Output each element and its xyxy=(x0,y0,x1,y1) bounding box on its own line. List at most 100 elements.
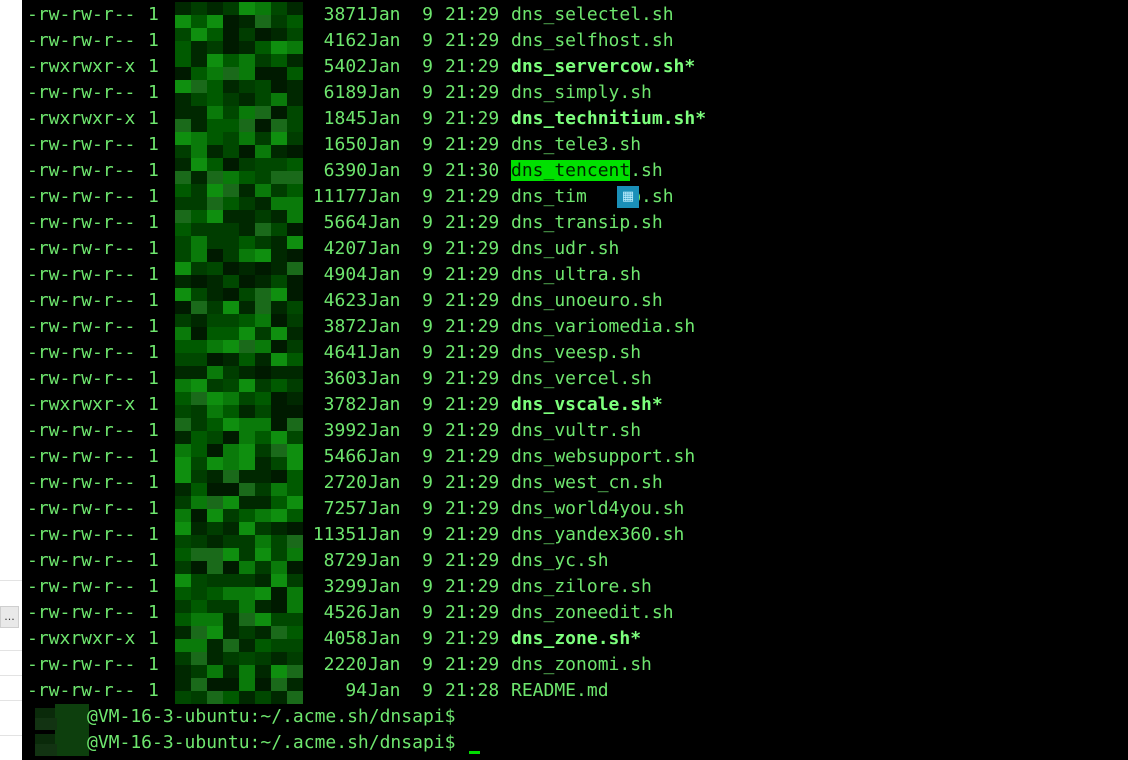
listing-row: -rw-rw-r-- 1 4207 Jan 9 21:29 dns_udr.sh xyxy=(27,236,1127,262)
file-time: 21:29 xyxy=(445,212,500,233)
file-month: Jan xyxy=(368,134,401,155)
file-time: 21:29 xyxy=(445,654,500,675)
redacted-owner-group xyxy=(175,574,303,600)
file-size: 3603 xyxy=(323,368,367,389)
file-month: Jan xyxy=(368,4,401,25)
shell-prompt-line[interactable]: @VM-16-3-ubuntu:~/.acme.sh/dnsapi$ xyxy=(27,730,1127,756)
file-time: 21:29 xyxy=(445,30,500,51)
file-permissions: -rw-rw-r-- xyxy=(27,420,136,441)
file-name-text: dns_vercel.sh xyxy=(511,368,652,389)
redacted-owner-group xyxy=(175,314,303,340)
file-day: 9 xyxy=(422,160,433,181)
file-month: Jan xyxy=(368,680,401,701)
file-name: dns_vercel.sh xyxy=(511,366,652,392)
listing-row: -rw-rw-r-- 1 4526 Jan 9 21:29 dns_zoneedit.sh xyxy=(27,600,1127,626)
file-name: dns_technitium.sh* xyxy=(511,106,706,132)
file-time: 21:28 xyxy=(445,680,500,701)
redacted-owner-group xyxy=(175,548,303,574)
file-name: dns_yc.sh xyxy=(511,548,609,574)
file-name: dns_variomedia.sh xyxy=(511,314,695,340)
file-time: 21:29 xyxy=(445,316,500,337)
panel-divider xyxy=(0,580,22,581)
file-size: 4904 xyxy=(323,264,367,285)
file-size: 5466 xyxy=(323,446,367,467)
listing-row: -rw-rw-r-- 1 4641 Jan 9 21:29 dns_veesp.sh xyxy=(27,340,1127,366)
listing-row: -rw-rw-r-- 1 3872 Jan 9 21:29 dns_variomedia.s… xyxy=(27,314,1127,340)
file-month: Jan xyxy=(368,264,401,285)
file-day: 9 xyxy=(422,628,433,649)
file-day: 9 xyxy=(422,524,433,545)
file-name-text: dns_yandex360.sh xyxy=(511,524,685,545)
file-name-text: dns_west_cn.sh xyxy=(511,472,663,493)
listing-row: -rwxrwxr-x 1 4058 Jan 9 21:29 dns_zone.sh* xyxy=(27,626,1127,652)
link-count: 1 xyxy=(148,602,159,623)
selected-text[interactable]: dns_tencent xyxy=(511,160,631,181)
listing-row: -rw-rw-r-- 1 11177 Jan 9 21:29 dns_tim eb.sh xyxy=(27,184,1127,210)
link-count: 1 xyxy=(148,394,159,415)
redacted-owner-group xyxy=(175,392,303,418)
more-button[interactable]: ... xyxy=(0,606,19,628)
link-count: 1 xyxy=(148,628,159,649)
link-count: 1 xyxy=(148,550,159,571)
file-permissions: -rw-rw-r-- xyxy=(27,160,136,181)
terminal-window[interactable]: -rw-rw-r-- 1 3871 Jan 9 21:29 dns_selectel.sh -… xyxy=(22,0,1128,760)
file-month: Jan xyxy=(368,654,401,675)
file-month: Jan xyxy=(368,316,401,337)
file-day: 9 xyxy=(422,654,433,675)
file-name-text: dns_websupport.sh xyxy=(511,446,696,467)
file-size: 4641 xyxy=(323,342,367,363)
listing-row: -rw-rw-r-- 1 4623 Jan 9 21:29 dns_unoeuro.sh xyxy=(27,288,1127,314)
redacted-owner-group xyxy=(175,496,303,522)
file-name-text: dns_vultr.sh xyxy=(511,420,642,441)
file-time: 21:29 xyxy=(445,628,500,649)
redacted-owner-group xyxy=(175,626,303,652)
file-month: Jan xyxy=(368,368,401,389)
file-time: 21:29 xyxy=(445,524,500,545)
file-name: dns_udr.sh xyxy=(511,236,619,262)
file-day: 9 xyxy=(422,576,433,597)
listing-row: -rw-rw-r-- 1 4904 Jan 9 21:29 dns_ultra.sh xyxy=(27,262,1127,288)
exec-marker: * xyxy=(630,628,642,649)
file-time: 21:29 xyxy=(445,342,500,363)
file-time: 21:29 xyxy=(445,498,500,519)
file-permissions: -rw-rw-r-- xyxy=(27,654,136,675)
listing-row: -rw-rw-r-- 1 4162 Jan 9 21:29 dns_selfhost.sh xyxy=(27,28,1127,54)
panel-divider xyxy=(0,700,22,701)
file-name-text: dns_simply.sh xyxy=(511,82,652,103)
file-time: 21:29 xyxy=(445,602,500,623)
file-permissions: -rw-rw-r-- xyxy=(27,550,136,571)
file-name: dns_ultra.sh xyxy=(511,262,641,288)
file-permissions: -rwxrwxr-x xyxy=(27,56,136,77)
file-name: dns_zonomi.sh xyxy=(511,652,652,678)
listing-row: -rw-rw-r-- 1 2220 Jan 9 21:29 dns_zonomi.sh xyxy=(27,652,1127,678)
file-permissions: -rw-rw-r-- xyxy=(27,680,136,701)
file-name: dns_veesp.sh xyxy=(511,340,641,366)
file-name-text: dns_servercow.sh xyxy=(511,56,685,77)
file-size: 2720 xyxy=(323,472,367,493)
file-day: 9 xyxy=(422,368,433,389)
link-count: 1 xyxy=(148,264,159,285)
listing-row: -rw-rw-r-- 1 8729 Jan 9 21:29 dns_yc.sh xyxy=(27,548,1127,574)
file-size: 11177 xyxy=(312,186,367,207)
link-count: 1 xyxy=(148,654,159,675)
text-cursor xyxy=(469,751,480,754)
file-name-text: dns_selfhost.sh xyxy=(511,30,674,51)
file-day: 9 xyxy=(422,108,433,129)
exec-marker: * xyxy=(651,394,663,415)
file-month: Jan xyxy=(368,212,401,233)
file-month: Jan xyxy=(368,56,401,77)
redacted-owner-group xyxy=(175,184,303,210)
shell-prompt-line: @VM-16-3-ubuntu:~/.acme.sh/dnsapi$ xyxy=(27,704,1127,730)
file-name-text: dns_veesp.sh xyxy=(511,342,642,363)
listing-row: -rw-rw-r-- 1 2720 Jan 9 21:29 dns_west_cn.sh xyxy=(27,470,1127,496)
file-time: 21:29 xyxy=(445,4,500,25)
link-count: 1 xyxy=(148,446,159,467)
file-name-text: dns_zoneedit.sh xyxy=(511,602,674,623)
file-time: 21:29 xyxy=(445,134,500,155)
file-size: 2220 xyxy=(323,654,367,675)
link-count: 1 xyxy=(148,238,159,259)
file-time: 21:29 xyxy=(445,56,500,77)
file-name-text: dns_zonomi.sh xyxy=(511,654,652,675)
redacted-owner-group xyxy=(175,2,303,28)
file-time: 21:29 xyxy=(445,238,500,259)
